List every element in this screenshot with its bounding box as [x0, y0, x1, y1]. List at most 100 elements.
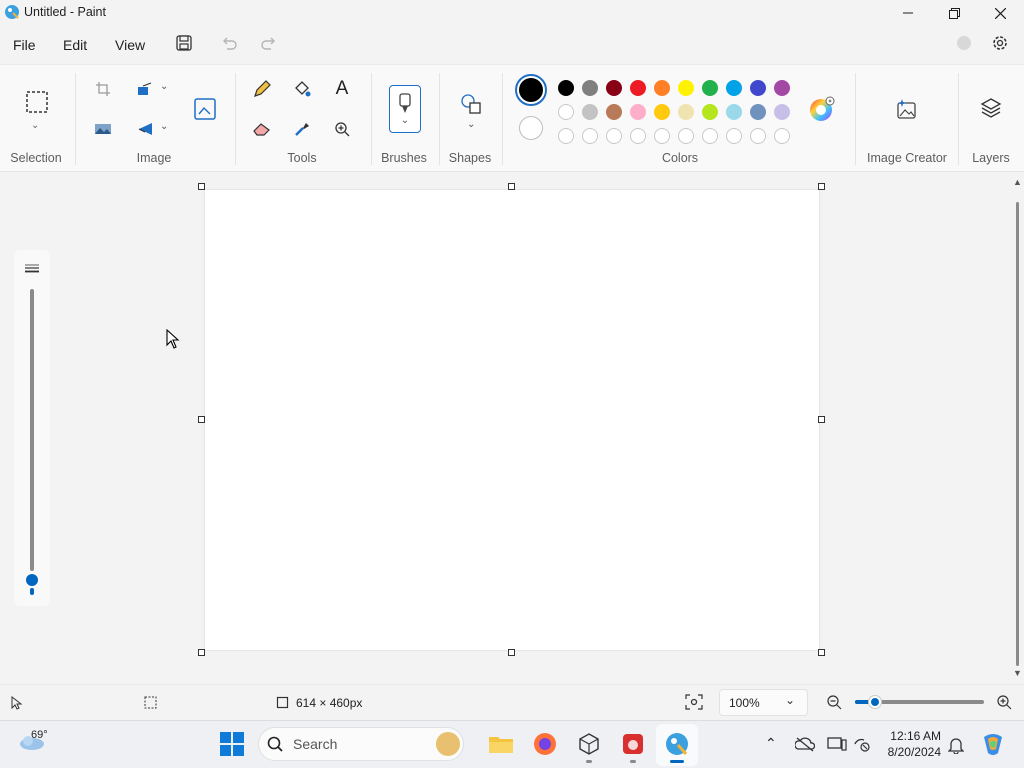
taskbar-3d-app[interactable]	[576, 731, 602, 757]
edit-colors-button[interactable]	[809, 96, 835, 122]
color-swatch[interactable]	[606, 80, 622, 96]
zoom-slider-thumb[interactable]	[869, 696, 881, 708]
custom-color-slot[interactable]	[774, 128, 790, 144]
canvas-resize-handle[interactable]	[198, 183, 205, 190]
display-icon[interactable]	[827, 736, 847, 755]
color-swatch[interactable]	[558, 104, 574, 120]
onedrive-icon[interactable]	[794, 736, 816, 755]
shapes-button[interactable]	[458, 91, 484, 117]
brush-size-slider-thumb[interactable]	[26, 574, 38, 586]
pencil-tool-button[interactable]	[252, 79, 272, 99]
zoom-in-button[interactable]	[996, 694, 1012, 713]
primary-color-button[interactable]	[515, 74, 547, 106]
menu-view[interactable]: View	[115, 37, 145, 53]
remove-background-button[interactable]	[93, 119, 113, 139]
rotate-dropdown-chevron-icon[interactable]: ⌄	[160, 121, 168, 132]
drawing-canvas[interactable]	[205, 190, 819, 650]
custom-color-slot[interactable]	[582, 128, 598, 144]
eraser-tool-button[interactable]	[252, 119, 272, 139]
layers-button[interactable]	[978, 95, 1004, 121]
canvas-resize-handle[interactable]	[818, 416, 825, 423]
text-tool-button[interactable]: A	[332, 78, 352, 99]
color-swatch[interactable]	[558, 80, 574, 96]
fill-tool-button[interactable]	[292, 79, 312, 99]
resize-button[interactable]	[134, 79, 156, 99]
close-button[interactable]	[977, 0, 1023, 26]
fit-to-window-button[interactable]	[685, 694, 703, 713]
undo-button[interactable]	[219, 33, 239, 53]
magnifier-tool-button[interactable]	[332, 119, 352, 139]
taskbar-paint[interactable]	[664, 731, 690, 757]
color-swatch[interactable]	[678, 80, 694, 96]
color-picker-tool-button[interactable]	[292, 119, 312, 139]
color-swatch[interactable]	[774, 104, 790, 120]
color-swatch[interactable]	[726, 80, 742, 96]
color-swatch[interactable]	[750, 104, 766, 120]
custom-color-slot[interactable]	[750, 128, 766, 144]
color-swatch[interactable]	[750, 80, 766, 96]
taskbar-firefox[interactable]	[532, 731, 558, 757]
custom-color-slot[interactable]	[678, 128, 694, 144]
color-swatch[interactable]	[606, 104, 622, 120]
save-button[interactable]	[174, 33, 194, 53]
shapes-chevron-down-icon[interactable]: ⌄	[467, 119, 475, 130]
image-creator-button[interactable]	[893, 95, 921, 123]
custom-color-slot[interactable]	[630, 128, 646, 144]
resize-dropdown-chevron-icon[interactable]: ⌄	[160, 81, 168, 92]
restore-button[interactable]	[931, 0, 977, 26]
settings-button[interactable]	[990, 33, 1010, 53]
color-swatch[interactable]	[630, 80, 646, 96]
scroll-down-icon[interactable]: ▼	[1013, 668, 1022, 678]
color-swatch[interactable]	[582, 104, 598, 120]
show-hidden-icons-chevron-up-icon[interactable]: ⌃	[765, 735, 777, 752]
taskbar-file-explorer[interactable]	[488, 731, 514, 757]
selection-dropdown-chevron-icon[interactable]: ⌄	[31, 120, 39, 131]
color-swatch[interactable]	[654, 80, 670, 96]
clock-date[interactable]: 8/20/2024	[877, 745, 941, 759]
color-swatch[interactable]	[726, 104, 742, 120]
custom-color-slot[interactable]	[702, 128, 718, 144]
color-swatch[interactable]	[582, 80, 598, 96]
color-swatch[interactable]	[702, 80, 718, 96]
canvas-resize-handle[interactable]	[198, 649, 205, 656]
canvas-resize-handle[interactable]	[508, 649, 515, 656]
custom-color-slot[interactable]	[654, 128, 670, 144]
color-swatch[interactable]	[678, 104, 694, 120]
account-avatar[interactable]	[957, 36, 971, 50]
image-settings-button[interactable]	[191, 95, 219, 123]
color-swatch[interactable]	[774, 80, 790, 96]
scrollbar-thumb[interactable]	[1016, 202, 1019, 666]
color-swatch[interactable]	[630, 104, 646, 120]
canvas-resize-handle[interactable]	[508, 183, 515, 190]
eyedropper-icon	[295, 123, 309, 136]
crop-button[interactable]	[93, 79, 113, 99]
brush-size-slider-track[interactable]	[30, 289, 34, 571]
start-button[interactable]	[220, 732, 244, 759]
color-swatch[interactable]	[702, 104, 718, 120]
scroll-up-icon[interactable]: ▲	[1013, 177, 1022, 187]
zoom-out-button[interactable]	[826, 694, 842, 713]
rotate-button[interactable]	[134, 119, 156, 139]
canvas-resize-handle[interactable]	[818, 183, 825, 190]
taskbar-red-app[interactable]	[620, 731, 646, 757]
canvas-resize-handle[interactable]	[198, 416, 205, 423]
taskbar-search-box[interactable]	[258, 727, 464, 761]
redo-button[interactable]	[259, 33, 279, 53]
menu-edit[interactable]: Edit	[63, 37, 87, 53]
copilot-icon[interactable]	[980, 731, 1006, 760]
brushes-button[interactable]: ⌄	[389, 85, 421, 133]
clock-time[interactable]: 12:16 AM	[885, 729, 941, 743]
canvas-size-text: 614 × 460px	[296, 696, 363, 710]
custom-color-slot[interactable]	[726, 128, 742, 144]
notifications-bell-icon[interactable]	[947, 736, 965, 757]
custom-color-slot[interactable]	[558, 128, 574, 144]
color-swatch[interactable]	[654, 104, 670, 120]
fit-to-window-icon	[685, 694, 703, 710]
network-icon[interactable]	[853, 736, 871, 755]
selection-tool-button[interactable]	[22, 87, 52, 117]
canvas-resize-handle[interactable]	[818, 649, 825, 656]
custom-color-slot[interactable]	[606, 128, 622, 144]
secondary-color-button[interactable]	[519, 116, 543, 140]
menu-file[interactable]: File	[13, 37, 36, 53]
minimize-button[interactable]	[885, 0, 931, 26]
